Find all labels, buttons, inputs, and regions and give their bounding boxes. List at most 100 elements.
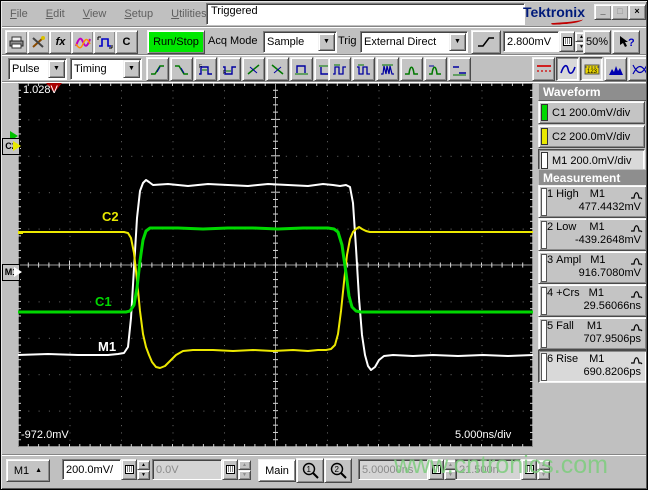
vertical-offset-field[interactable]: 0.0V: [152, 459, 222, 480]
trig-source-select[interactable]: External Direct ▼: [360, 31, 468, 53]
trig-level-control: 2.800mV ▲ ▼: [503, 31, 588, 52]
measure-category-select[interactable]: Timing ▼: [70, 58, 142, 80]
timebase-readout: 5.000ns/div: [455, 429, 512, 441]
waveform-database-button[interactable]: [71, 30, 94, 54]
histogram-button[interactable]: [604, 57, 627, 81]
chevron-down-icon[interactable]: ▼: [449, 33, 466, 51]
measurement-ampl-button[interactable]: 3 Ampl M1 916.7080mV: [538, 251, 647, 284]
vectors-button[interactable]: [532, 57, 555, 81]
pos-width-button[interactable]: F: [194, 57, 217, 81]
zoom2-button[interactable]: 2: [324, 458, 352, 483]
graticule-display[interactable]: 1.028V -972.0mV 5.000ns/div C2 C1 M1: [18, 83, 533, 447]
chevron-down-icon[interactable]: ▼: [123, 60, 140, 78]
acq-mode-select[interactable]: Sample ▼: [263, 31, 337, 53]
pos-peak-icon: [405, 66, 418, 75]
pulse-select-button[interactable]: [93, 30, 116, 54]
svg-text:1: 1: [307, 465, 312, 474]
side-panel: Waveform C1 200.0mV/div C2 200.0mV/div M…: [538, 81, 648, 455]
fx-icon: fx: [55, 36, 66, 48]
keypad-button[interactable]: [559, 31, 575, 52]
measurement-high-button[interactable]: 1 High M1 477.4432mV: [538, 185, 647, 218]
m1-trace-label: M1: [98, 339, 117, 354]
measurement-low-button[interactable]: 2 Low M1 -439.2648mV: [538, 218, 647, 251]
measurement-pos-cross-button[interactable]: 4 +Crs M1 29.56066ns: [538, 284, 647, 317]
flat-top-button[interactable]: [448, 57, 471, 81]
tektronix-logo: Tektronix: [523, 4, 585, 26]
svg-text:F: F: [199, 64, 202, 70]
c2-marker-arrow-icon[interactable]: [13, 141, 21, 151]
pos-pulse-button[interactable]: [290, 57, 313, 81]
eye-mask-button[interactable]: [628, 57, 648, 81]
vertical-scale-field[interactable]: 200.0mV/: [62, 459, 121, 480]
maximize-button[interactable]: □: [611, 4, 629, 20]
m1-marker-arrow-icon[interactable]: [14, 267, 22, 277]
context-help-button[interactable]: ?: [612, 30, 640, 54]
c1-trace-label: C1: [95, 294, 112, 309]
menu-view[interactable]: View: [74, 6, 116, 22]
magnifier-1-icon: 1: [302, 462, 319, 479]
keypad-button[interactable]: [121, 459, 137, 480]
print-button[interactable]: [5, 30, 28, 54]
zoom1-button[interactable]: 1: [296, 458, 324, 483]
waveform-traces: [18, 179, 533, 371]
chevron-down-icon[interactable]: ▼: [48, 60, 65, 78]
pos-peak-button[interactable]: [400, 57, 423, 81]
tools-button[interactable]: [27, 30, 50, 54]
close-button[interactable]: ×: [628, 4, 646, 20]
svg-text:123: 123: [587, 69, 598, 75]
vertical-scale-spinner[interactable]: ▲ ▼: [137, 460, 150, 480]
signal-type-select[interactable]: Pulse ▼: [8, 58, 67, 80]
printer-icon: [9, 36, 24, 48]
waveform-c2-button[interactable]: C2 200.0mV/div: [538, 125, 645, 148]
waveform-c1-button[interactable]: C1 200.0mV/div: [538, 101, 645, 124]
trig-level-field[interactable]: 2.800mV: [503, 31, 559, 52]
neg-peak-button[interactable]: [424, 57, 447, 81]
burst-width-button[interactable]: [376, 57, 399, 81]
math-fx-button[interactable]: fx: [49, 30, 72, 54]
menu-edit[interactable]: Edit: [37, 6, 74, 22]
measurement-fall-button[interactable]: 5 Fall M1 707.9506ps: [538, 317, 647, 350]
m1-source-bar: [541, 188, 547, 216]
neg-cross-button[interactable]: [266, 57, 289, 81]
chevron-down-icon[interactable]: ▼: [318, 33, 335, 51]
pos-width-icon: F: [199, 64, 212, 75]
keypad-button[interactable]: [222, 459, 238, 480]
pos-cross-button[interactable]: [242, 57, 265, 81]
acq-mode-label: Acq Mode: [208, 35, 258, 47]
fall-time-button[interactable]: [170, 57, 193, 81]
main-view-button[interactable]: Main: [258, 459, 296, 482]
eye-mask-icon: [631, 64, 648, 74]
vertical-offset-spinner[interactable]: ▲ ▼: [238, 460, 251, 480]
trigger-status-readout: Triggered: [206, 3, 525, 25]
measure-buttons-group-1: F F: [146, 57, 337, 81]
menu-setup[interactable]: Setup: [115, 6, 162, 22]
spin-down-icon[interactable]: ▼: [238, 470, 251, 480]
waveform-display-button[interactable]: [556, 57, 579, 81]
spin-up-icon[interactable]: ▲: [137, 460, 150, 470]
menu-file[interactable]: File: [1, 6, 37, 22]
watermark: www.cntronics.com: [394, 451, 608, 479]
fall-time-icon: [175, 64, 188, 75]
clear-button[interactable]: C: [115, 30, 138, 54]
pos-pulse-icon: [295, 64, 308, 74]
pulse-select-icon: [97, 36, 112, 48]
trig-slope-button[interactable]: [471, 30, 501, 54]
spin-up-icon[interactable]: ▲: [238, 460, 251, 470]
waveform-panel-header: Waveform: [538, 83, 648, 101]
frequency-button[interactable]: [352, 57, 375, 81]
flat-top-icon: [453, 65, 466, 75]
rise-time-icon: [151, 64, 164, 75]
measurement-rise-button[interactable]: 6 Rise M1 690.8206ps: [538, 350, 647, 383]
neg-width-button[interactable]: F: [218, 57, 241, 81]
minimize-button[interactable]: _: [594, 4, 612, 20]
spin-down-icon[interactable]: ▼: [137, 470, 150, 480]
waveform-select-button[interactable]: M1 ▲: [6, 459, 50, 482]
period-button[interactable]: [328, 57, 351, 81]
m1-source-bar: [541, 320, 547, 348]
run-stop-button[interactable]: Run/Stop: [147, 30, 205, 54]
rise-time-button[interactable]: [146, 57, 169, 81]
pulse-shape-icon: [631, 356, 643, 364]
readout-button[interactable]: 123: [580, 57, 603, 81]
set-50-percent-button[interactable]: 50%: [583, 30, 611, 54]
oscilloscope-app: { "window": { "logo": "Tektronix", "stat…: [0, 0, 648, 490]
